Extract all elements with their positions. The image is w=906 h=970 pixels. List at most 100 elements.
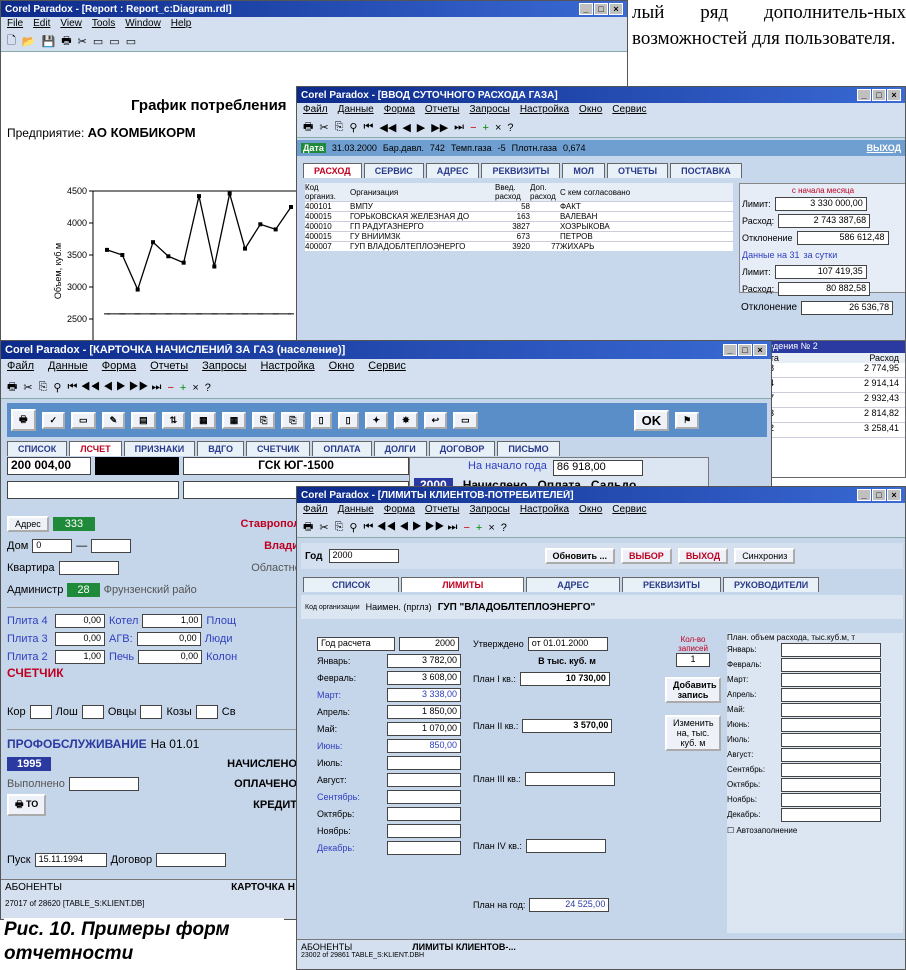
tab-adres[interactable]: АДРЕС: [526, 577, 621, 592]
next-icon[interactable]: ▶: [417, 121, 425, 134]
field[interactable]: [195, 705, 218, 719]
menu-item[interactable]: Настройка: [520, 504, 569, 517]
tab-lschet[interactable]: ЛСЧЕТ: [69, 441, 122, 456]
copy-button[interactable]: ⎘: [281, 411, 305, 429]
menu-item[interactable]: Файл: [303, 104, 328, 117]
tab-spisok[interactable]: СПИСОК: [7, 441, 68, 456]
form-button[interactable]: ▦: [221, 411, 247, 429]
menu-item[interactable]: Отчеты: [425, 504, 460, 517]
menu-item[interactable]: Файл: [7, 360, 34, 376]
select-button[interactable]: ВЫБОР: [621, 548, 672, 564]
month-value[interactable]: 1 850,00: [387, 704, 461, 719]
save-icon[interactable]: 💾: [42, 35, 56, 48]
page-icon[interactable]: ▭: [109, 35, 119, 48]
plan-month-value[interactable]: [781, 762, 881, 777]
menu-window[interactable]: Window: [125, 18, 161, 31]
kv-field[interactable]: [58, 561, 119, 575]
table-row[interactable]: 400010 ГП РАДУГАЗНЕРГО 3827 ХОЗРЫКОВА: [305, 221, 733, 232]
year-field[interactable]: 2000: [399, 636, 459, 651]
month-value[interactable]: 3 338,00: [387, 687, 461, 702]
tab-dogovor[interactable]: ДОГОВОР: [428, 441, 496, 456]
list-item[interactable]: 7532 814,82: [753, 408, 905, 423]
print-button[interactable]: 🖶: [11, 409, 36, 431]
month-value[interactable]: [387, 806, 461, 821]
plan4-field[interactable]: [525, 838, 606, 853]
menu-help[interactable]: Help: [171, 18, 192, 31]
menu-item[interactable]: Окно: [579, 104, 602, 117]
prev-set-icon[interactable]: ◀◀: [379, 121, 396, 134]
refresh-button[interactable]: Обновить ...: [544, 548, 616, 564]
plan-month-value[interactable]: [781, 657, 881, 672]
field[interactable]: [140, 705, 163, 719]
address-button[interactable]: Адрес: [7, 516, 49, 532]
help-icon[interactable]: ?: [205, 382, 211, 394]
field[interactable]: [29, 705, 52, 719]
tab-postavka[interactable]: ПОСТАВКА: [670, 163, 742, 178]
month-value[interactable]: [387, 840, 461, 855]
plan-month-value[interactable]: [781, 807, 881, 822]
page-icon[interactable]: ▭: [126, 35, 136, 48]
table-row[interactable]: 400007 ГУП ВЛАДОБЛТЕПЛОЭНЕРГО 3920 77 ЖИХАРЬ: [305, 241, 733, 251]
menu-item[interactable]: Запросы: [469, 104, 509, 117]
copy-icon[interactable]: ⎘: [335, 521, 344, 534]
print-icon[interactable]: 🖶: [303, 118, 313, 137]
name-field[interactable]: ГСК ЮГ-1500: [183, 457, 409, 475]
plan1-field[interactable]: 10 730,00: [519, 671, 610, 686]
close-icon[interactable]: ×: [488, 522, 494, 534]
binoculars-icon[interactable]: ⚲: [349, 121, 357, 134]
menu-item[interactable]: Запросы: [202, 360, 246, 376]
maximize-icon[interactable]: □: [872, 489, 886, 501]
edit-button[interactable]: ✎: [101, 411, 126, 429]
plan-year-field[interactable]: 24 525,00: [529, 897, 610, 912]
help-icon[interactable]: ?: [501, 522, 507, 534]
start-date-field[interactable]: 15.11.1994: [34, 853, 107, 867]
tab-schetchik[interactable]: СЧЕТЧИК: [245, 441, 311, 456]
table-row[interactable]: 400015 ГОРЬКОВСКАЯ ЖЕЛЕЗНАЯ ДО 163 ВАЛЕВАН: [305, 211, 733, 222]
tool-button[interactable]: ✦: [364, 411, 389, 429]
list-item[interactable]: 7542 914,14: [753, 378, 905, 393]
copy-icon[interactable]: ⎘: [39, 381, 48, 394]
delete-icon[interactable]: −: [470, 122, 476, 134]
plan2-field[interactable]: 3 570,00: [522, 718, 613, 733]
month-value[interactable]: [387, 823, 461, 838]
list-item[interactable]: 7423 258,41: [753, 423, 905, 438]
check-button[interactable]: ✓: [41, 411, 66, 429]
copy-icon[interactable]: ⎘: [335, 121, 344, 134]
open-icon[interactable]: 📂: [22, 35, 36, 48]
menu-item[interactable]: Данные: [338, 104, 374, 117]
next-set-icon[interactable]: ▶▶: [431, 121, 448, 134]
minimize-icon[interactable]: _: [857, 89, 871, 101]
copy-button[interactable]: ⎘: [252, 411, 276, 429]
print-icon[interactable]: 🖶: [7, 378, 17, 397]
cut-icon[interactable]: ✂: [319, 121, 328, 134]
exit-button[interactable]: ВЫХОД: [867, 143, 901, 153]
month-value[interactable]: 3 608,00: [387, 670, 461, 685]
menu-item[interactable]: Форма: [102, 360, 136, 376]
folder-button[interactable]: ▭: [71, 411, 96, 429]
plan-month-value[interactable]: [781, 792, 881, 807]
month-value[interactable]: [387, 772, 461, 787]
tool-button[interactable]: ↩: [423, 411, 448, 429]
last-record-icon[interactable]: ⏭: [454, 121, 464, 134]
tab-vdgo[interactable]: ВДГО: [197, 441, 244, 456]
tab-servis[interactable]: СЕРВИС: [363, 163, 424, 178]
tool-button[interactable]: ▭: [453, 411, 478, 429]
add-icon[interactable]: +: [483, 122, 489, 134]
menu-item[interactable]: Настройка: [260, 360, 314, 376]
menu-edit[interactable]: Edit: [33, 18, 50, 31]
nav-icon[interactable]: ⏮ ◀◀ ◀ ▶ ▶▶ ⏭: [67, 381, 161, 394]
maximize-icon[interactable]: □: [872, 89, 886, 101]
plan3-field[interactable]: [524, 771, 615, 786]
prev-icon[interactable]: ◀: [402, 121, 410, 134]
korp-field[interactable]: [91, 539, 132, 553]
year-field[interactable]: 2000: [328, 549, 399, 563]
plan-month-value[interactable]: [781, 732, 881, 747]
binoculars-icon[interactable]: ⚲: [53, 381, 61, 394]
tab-adres[interactable]: АДРЕС: [425, 163, 480, 178]
month-value[interactable]: 1 070,00: [387, 721, 461, 736]
tab-dolgi[interactable]: ДОЛГИ: [373, 441, 427, 456]
menu-item[interactable]: Форма: [384, 504, 415, 517]
menu-file[interactable]: File: [7, 18, 23, 31]
field[interactable]: [68, 777, 139, 791]
menu-item[interactable]: Окно: [329, 360, 355, 376]
